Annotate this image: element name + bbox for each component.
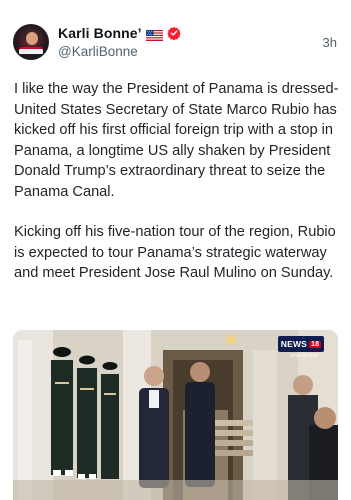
watermark-text: NEWS (280, 339, 308, 349)
author-name-row: Karli Bonne’ (58, 24, 181, 42)
author-avatar[interactable] (13, 24, 49, 60)
us-flag-icon (145, 28, 163, 41)
avatar-tag (19, 49, 43, 54)
post-paragraph: I like the way the President of Panama i… (14, 81, 339, 200)
verified-badge-icon (166, 26, 181, 41)
news18-watermark: NEWS 18 (278, 336, 324, 352)
post-timestamp[interactable]: 3h (323, 35, 337, 50)
post-body: I like the way the President of Panama i… (14, 79, 339, 284)
author-display-name[interactable]: Karli Bonne’ (58, 25, 142, 41)
post-paragraph: Kicking off his five-nation tour of the … (14, 224, 336, 281)
watermark-number: 18 (309, 340, 322, 348)
avatar-face (26, 32, 38, 45)
watermark-url: news18.com (289, 353, 318, 359)
author-handle[interactable]: @KarliBonne (58, 44, 138, 59)
post-media-image[interactable]: NEWS 18 news18.com (13, 330, 338, 500)
post-card[interactable]: Karli Bonne’ @KarliBonne 3h I like the w… (0, 0, 351, 500)
